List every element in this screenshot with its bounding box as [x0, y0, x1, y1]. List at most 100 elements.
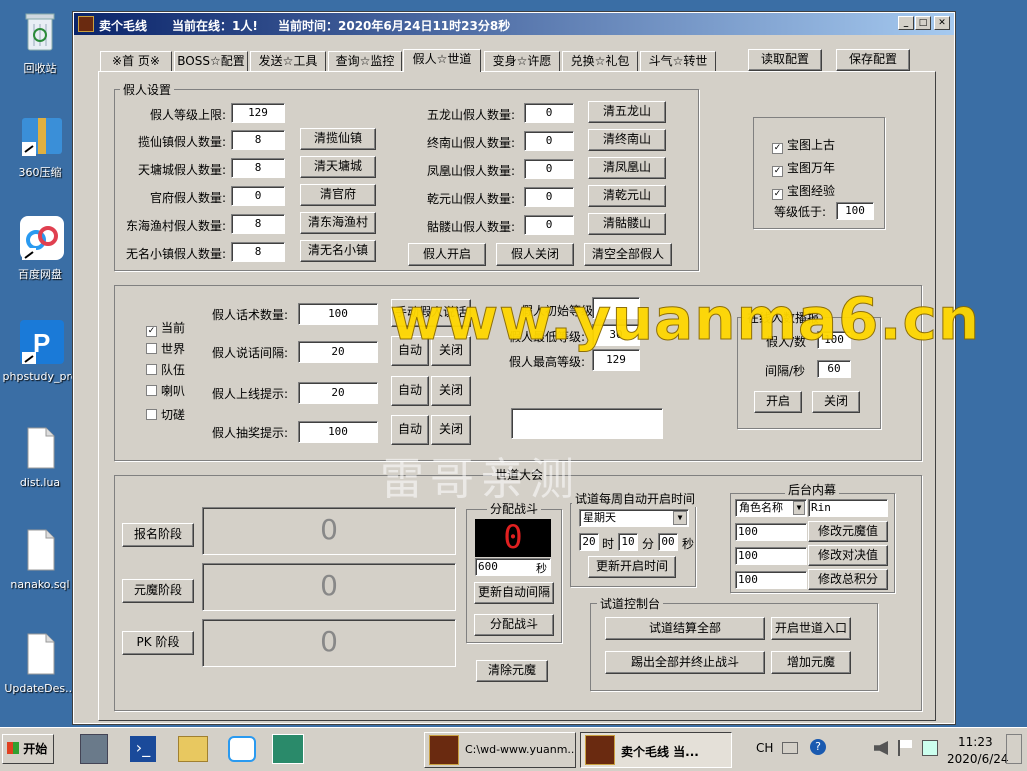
interval-input[interactable]: 60 — [817, 360, 851, 378]
tab-fake-player[interactable]: 假人☆世道 — [403, 49, 481, 72]
update-interval-button[interactable]: 更新自动间隔 — [474, 582, 554, 604]
clear-yuanmo-button[interactable]: 清除元魔 — [476, 660, 548, 682]
server-manager-icon[interactable] — [80, 734, 108, 764]
clear-town-button[interactable]: 清东海渔村 — [300, 212, 376, 234]
role-type-select[interactable]: 角色名称 ▼ — [735, 499, 807, 517]
hour-input[interactable]: 20 — [579, 533, 599, 551]
clear-mountain-button[interactable]: 清终南山 — [588, 129, 666, 151]
minimize-button[interactable]: _ — [898, 16, 914, 30]
tab-boss-config[interactable]: BOSS☆配置 — [174, 51, 248, 71]
fake-open-button[interactable]: 假人开启 — [408, 243, 486, 266]
kick-all-button[interactable]: 踢出全部并终止战斗 — [605, 651, 765, 674]
tab-send-tools[interactable]: 发送☆工具 — [250, 51, 326, 71]
chat-row-input[interactable]: 100 — [298, 303, 378, 325]
tab-query-monitor[interactable]: 查询☆监控 — [328, 51, 402, 71]
fake-count-input[interactable]: 8 — [231, 130, 285, 150]
taskbar-task-cmd[interactable]: C:\wd-www.yuanm... — [424, 732, 576, 768]
desktop-icon-recycle-bin[interactable]: 回收站 — [0, 8, 80, 76]
clear-mountain-button[interactable]: 清凤凰山 — [588, 157, 666, 179]
mod-value-input[interactable]: 100 — [735, 547, 807, 565]
powershell-icon[interactable]: ›_ — [130, 736, 156, 762]
network-icon[interactable] — [922, 740, 938, 756]
tab-exchange-gift[interactable]: 兑换☆礼包 — [562, 51, 638, 71]
clear-town-button[interactable]: 清天墉城 — [300, 156, 376, 178]
save-config-button[interactable]: 保存配置 — [836, 49, 910, 71]
tab-qi-reincarnate[interactable]: 斗气☆转世 — [640, 51, 716, 71]
assign-battle-button[interactable]: 分配战斗 — [474, 614, 554, 636]
close-button[interactable]: 关闭 — [431, 376, 471, 406]
tab-home[interactable]: ※首 页※ — [100, 51, 172, 71]
mod-value-input[interactable]: 100 — [735, 571, 807, 589]
open-entry-button[interactable]: 开启世道入口 — [771, 617, 851, 640]
weekday-select[interactable]: 星期天 ▼ — [579, 509, 689, 527]
channel-current-checkbox[interactable]: ✓ 当前 — [146, 319, 185, 337]
stage-signup-button[interactable]: 报名阶段 — [122, 523, 194, 547]
treasure-exp-checkbox[interactable]: ✓ 宝图经验 — [772, 182, 835, 200]
modify-total-score-button[interactable]: 修改总积分 — [808, 569, 888, 590]
level-below-input[interactable]: 100 — [836, 202, 874, 220]
channel-team-checkbox[interactable]: 队伍 — [146, 361, 185, 378]
fake-count-input[interactable]: 0 — [524, 159, 574, 179]
stage-yuanmo-button[interactable]: 元魔阶段 — [122, 579, 194, 603]
flag-icon[interactable] — [898, 740, 912, 756]
chat-row-input[interactable]: 20 — [298, 341, 378, 363]
read-config-button[interactable]: 读取配置 — [748, 49, 822, 71]
auto-button[interactable]: 自动 — [391, 376, 429, 406]
update-open-time-button[interactable]: 更新开启时间 — [588, 556, 676, 578]
blank-text-box[interactable] — [511, 408, 663, 439]
tab-transform-wish[interactable]: 变身☆许愿 — [484, 51, 560, 71]
report-open-button[interactable]: 开启 — [754, 391, 802, 413]
modify-yuanmo-button[interactable]: 修改元魔值 — [808, 521, 888, 542]
title-bar[interactable]: 卖个毛线 当前在线：1人! 当前时间：2020年6月24日11时23分8秒 _ … — [74, 13, 954, 35]
report-close-button[interactable]: 关闭 — [812, 391, 860, 413]
fake-count-input[interactable]: 0 — [524, 103, 574, 123]
level-cap-input[interactable]: 129 — [231, 103, 285, 123]
baidu-netdisk-taskbar-icon[interactable] — [228, 736, 256, 762]
role-name-input[interactable]: Rin — [808, 499, 888, 517]
mod-value-input[interactable]: 100 — [735, 523, 807, 541]
second-input[interactable]: 00 — [658, 533, 678, 551]
chevron-down-icon[interactable]: ▼ — [673, 511, 687, 525]
chevron-down-icon[interactable]: ▼ — [793, 501, 805, 515]
fake-count-input[interactable]: 0 — [524, 215, 574, 235]
auto-button[interactable]: 自动 — [391, 415, 429, 445]
close-button[interactable]: 关闭 — [431, 415, 471, 445]
start-button[interactable]: 开始 — [2, 734, 54, 764]
taskbar-task-app[interactable]: 卖个毛线 当... — [580, 732, 732, 768]
desktop-icon-updatedes[interactable]: UpdateDes... — [0, 630, 80, 695]
clear-all-fake-button[interactable]: 清空全部假人 — [584, 243, 672, 266]
fake-count-input[interactable]: 8 — [231, 158, 285, 178]
modify-duel-button[interactable]: 修改对决值 — [808, 545, 888, 566]
fake-count-input[interactable]: 8 — [231, 242, 285, 262]
fake-close-button[interactable]: 假人关闭 — [496, 243, 574, 266]
app-taskbar-icon[interactable] — [272, 734, 304, 764]
keyboard-icon[interactable] — [782, 742, 798, 754]
clear-town-button[interactable]: 清官府 — [300, 184, 376, 206]
clear-mountain-button[interactable]: 清乾元山 — [588, 185, 666, 207]
folder-icon[interactable] — [178, 736, 208, 762]
desktop-icon-dist-lua[interactable]: dist.lua — [0, 424, 80, 489]
language-indicator[interactable]: CH — [756, 741, 773, 755]
add-yuanmo-button[interactable]: 增加元魔 — [771, 651, 851, 674]
clear-mountain-button[interactable]: 清骷髅山 — [588, 213, 666, 235]
volume-icon[interactable] — [874, 741, 888, 755]
desktop-icon-phpstudy[interactable]: P phpstudy_pro — [0, 318, 80, 383]
treasure-ancient-checkbox[interactable]: ✓ 宝图上古 — [772, 136, 835, 154]
fake-count-input[interactable]: 8 — [231, 214, 285, 234]
clear-mountain-button[interactable]: 清五龙山 — [588, 101, 666, 123]
chat-row-input[interactable]: 20 — [298, 382, 378, 404]
clear-town-button[interactable]: 清无名小镇 — [300, 240, 376, 262]
help-icon[interactable]: ? — [810, 739, 826, 755]
stage-pk-button[interactable]: PK 阶段 — [122, 631, 194, 655]
treasure-10k-checkbox[interactable]: ✓ 宝图万年 — [772, 159, 835, 177]
desktop-icon-360zip[interactable]: 360压缩 — [0, 112, 80, 180]
channel-duel-checkbox[interactable]: 切磋 — [146, 406, 185, 423]
fake-count-input[interactable]: 0 — [524, 187, 574, 207]
channel-horn-checkbox[interactable]: 喇叭 — [146, 382, 185, 399]
desktop-icon-nanako-sql[interactable]: nanako.sql — [0, 526, 80, 591]
maximize-button[interactable]: □ — [915, 16, 931, 30]
fake-count-input[interactable]: 0 — [231, 186, 285, 206]
chat-row-input[interactable]: 100 — [298, 421, 378, 443]
close-button[interactable]: ✕ — [934, 16, 950, 30]
show-desktop-button[interactable] — [1006, 734, 1022, 764]
